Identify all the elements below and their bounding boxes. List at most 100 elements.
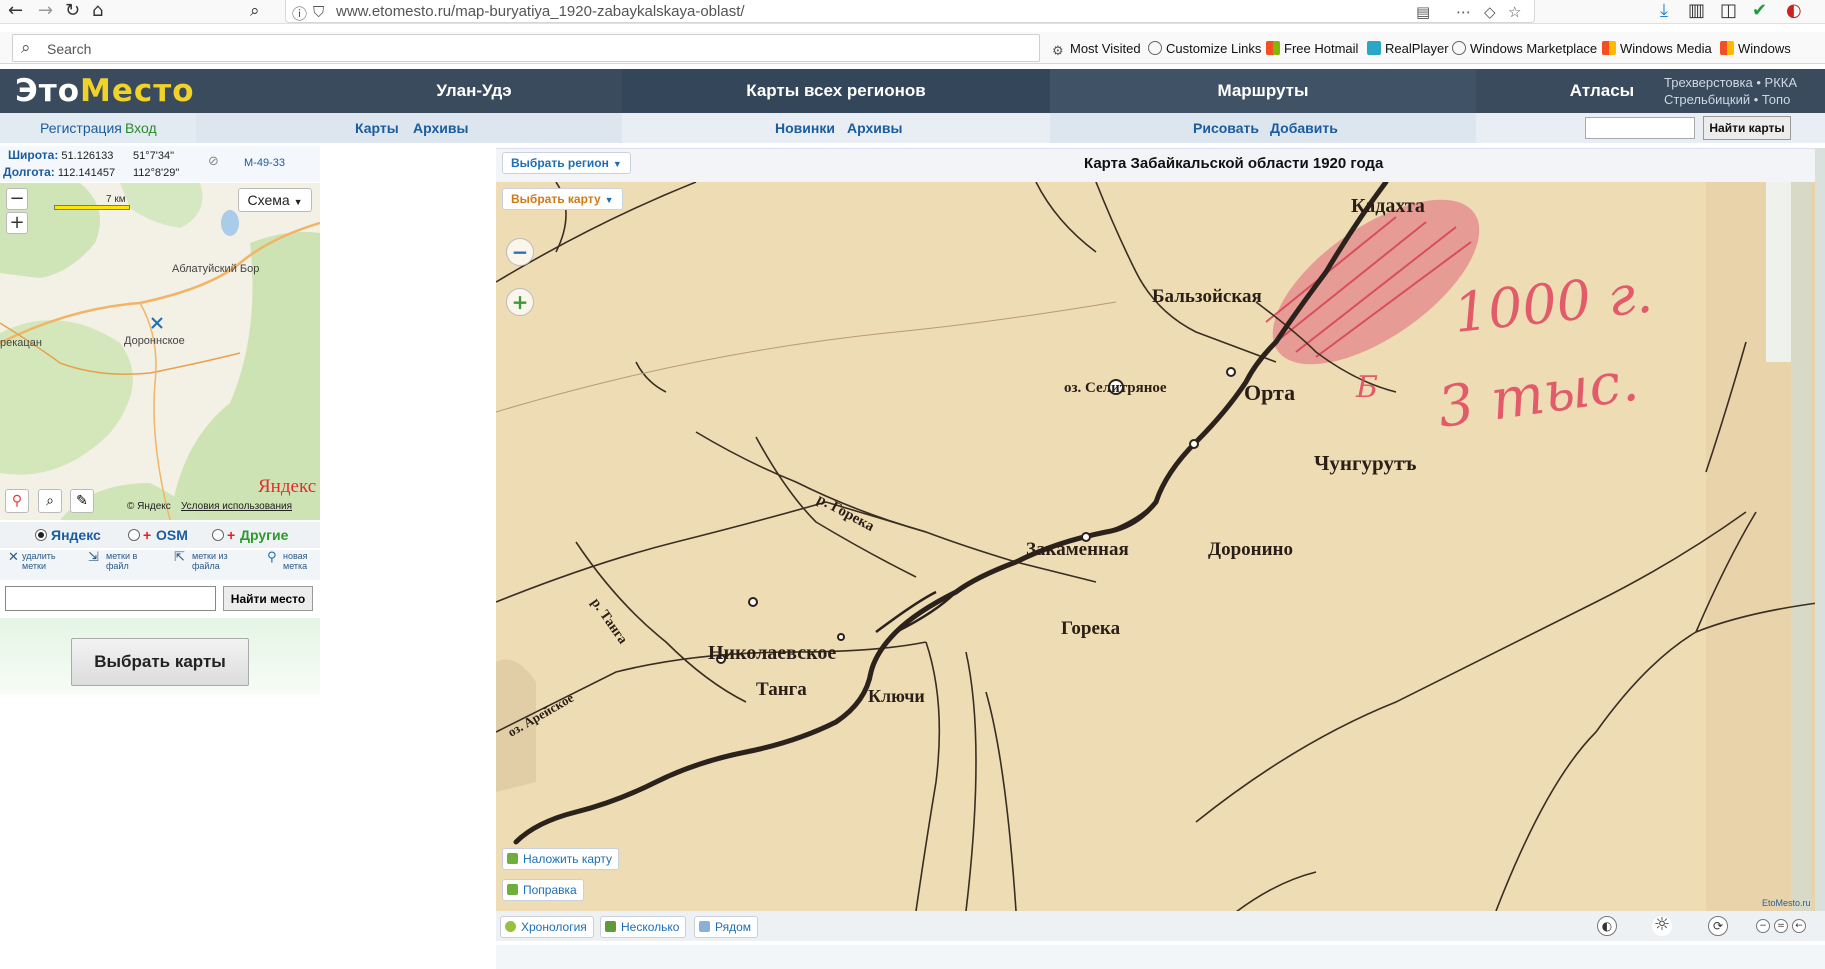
shield-icon[interactable]: ⛉ — [313, 3, 324, 21]
terms-link[interactable]: Условия использования — [181, 501, 292, 512]
bookmark-star-icon[interactable]: ☆ — [1508, 3, 1521, 21]
right-scroll-strip[interactable] — [1815, 148, 1825, 911]
nudge-center-icon[interactable]: = — [1774, 919, 1788, 933]
layer-radio-osm[interactable] — [128, 529, 140, 541]
search-icon[interactable]: ⌕ — [250, 2, 260, 20]
longitude-row: Долгота: 112.141457 — [3, 165, 116, 179]
bottom-strip — [496, 945, 1825, 969]
layer-label-osm[interactable]: OSM — [156, 527, 188, 543]
layer-radio-other[interactable] — [212, 529, 224, 541]
reader-icon[interactable]: ▤ — [1416, 3, 1430, 21]
svg-text:Чунгурутъ: Чунгурутъ — [1314, 451, 1417, 475]
map-type-select[interactable]: Схема ▼ — [238, 188, 312, 212]
bookmark-most-visited[interactable]: ⚙ Most Visited — [1052, 41, 1141, 59]
choose-maps-button[interactable]: Выбрать карты — [71, 638, 249, 686]
several-maps-button[interactable]: Несколько — [600, 916, 687, 938]
map-credit[interactable]: EtoMesto.ru — [1762, 898, 1811, 908]
overlay-map-button[interactable]: Наложить карту — [502, 848, 620, 870]
map-sheet-code[interactable]: M-49-33 — [244, 157, 285, 169]
add-link[interactable]: Добавить — [1270, 120, 1338, 136]
find-maps-button[interactable]: Найти карты — [1703, 116, 1791, 140]
zoom-out-button[interactable]: − — [506, 238, 534, 266]
sidebar-icon[interactable]: ◫ — [1720, 2, 1737, 20]
new-mark-button[interactable]: ⚲ новая метка — [267, 551, 308, 571]
rotate-icon[interactable]: ⟳ — [1708, 916, 1728, 936]
map-pin-icon[interactable]: ⚲ — [5, 489, 29, 513]
svg-text:Орта: Орта — [1244, 380, 1295, 405]
select-region-dropdown[interactable]: Выбрать регион ▼ — [502, 152, 631, 174]
nudge-left-icon[interactable]: − — [1756, 919, 1770, 933]
library-icon[interactable]: ▥ — [1688, 2, 1705, 20]
coordinates-panel: Широта: 51.126133 51°7'34" Долгота: 112.… — [0, 146, 320, 182]
minimap-zoom-in-button[interactable]: + — [6, 212, 28, 234]
login-link[interactable]: Вход — [125, 120, 157, 136]
browser-toolbar: ← → ↻ ⌂ ⌕ ⓘ ⛉ www.etomesto.ru/map-buryat… — [0, 0, 1825, 24]
pocket-icon[interactable]: ◇ — [1484, 3, 1496, 21]
news-link[interactable]: Новинки — [775, 120, 835, 136]
windows-icon — [1266, 41, 1280, 55]
draw-link[interactable]: Рисовать — [1193, 120, 1259, 136]
back-icon[interactable]: ← — [8, 2, 23, 20]
download-icon[interactable]: ⤓ — [1660, 2, 1668, 20]
zoom-region-icon[interactable]: ⌕ — [38, 489, 62, 513]
nav-extra-links[interactable]: Трехверстовка • РККА Стрельбицкий • Топо — [1664, 74, 1797, 108]
mini-map-terrain — [0, 183, 320, 520]
more-icon[interactable]: ⋯ — [1456, 3, 1471, 21]
correction-button[interactable]: Поправка — [502, 879, 584, 901]
svg-text:Кадахта: Кадахта — [1351, 195, 1425, 217]
site-logo[interactable]: ЭтоМесто — [5, 72, 194, 112]
mini-map[interactable]: − + Аблатуйский Бор Дороннское рекацан ⚲… — [0, 183, 320, 520]
longitude-dms: 112°8'29" — [133, 167, 180, 179]
nav-ulan-ude[interactable]: Улан-Удэ — [328, 69, 620, 113]
extension-icon[interactable]: ◐ — [1786, 2, 1802, 20]
nav-routes[interactable]: Маршруты — [1050, 69, 1476, 113]
nav-all-regions[interactable]: Карты всех регионов — [622, 69, 1050, 113]
brightness-icon[interactable]: ☼ — [1652, 916, 1672, 936]
forward-icon[interactable]: → — [38, 2, 53, 20]
url-text[interactable]: www.etomesto.ru/map-buryatiya_1920-zabay… — [336, 3, 745, 20]
globe-icon — [1452, 41, 1466, 55]
chronology-button[interactable]: Хронология — [500, 916, 594, 938]
register-link[interactable]: Регистрация — [40, 120, 122, 136]
delete-marks-button[interactable]: ✕ удалить метки — [8, 551, 56, 571]
export-marks-button[interactable]: ⇲ метки в файл — [88, 551, 137, 571]
contrast-icon[interactable]: ◐ — [1597, 916, 1617, 936]
find-place-button[interactable]: Найти место — [223, 586, 313, 611]
reload-icon[interactable]: ↻ — [65, 2, 80, 20]
select-map-dropdown[interactable]: Выбрать карту ▼ — [502, 188, 623, 210]
dropdown-arrow-icon: ▼ — [612, 159, 622, 169]
bookmark-windows-media[interactable]: Windows Media — [1602, 41, 1712, 56]
info-icon[interactable]: ⓘ — [292, 3, 307, 24]
address-bar[interactable]: ⓘ ⛉ www.etomesto.ru/map-buryatiya_1920-z… — [285, 0, 1535, 23]
bookmark-free-hotmail[interactable]: Free Hotmail — [1266, 41, 1358, 56]
minimap-zoom-out-button[interactable]: − — [6, 188, 28, 210]
bookmark-windows-marketplace[interactable]: Windows Marketplace — [1452, 41, 1597, 56]
find-maps-input[interactable] — [1585, 117, 1695, 139]
ruler-icon[interactable]: ✎ — [70, 489, 94, 513]
zoom-in-button[interactable]: + — [506, 288, 534, 316]
layer-radio-yandex[interactable] — [35, 529, 47, 541]
svg-text:Танга: Танга — [756, 679, 807, 700]
bookmark-customize-links[interactable]: Customize Links — [1148, 41, 1261, 56]
nav-atlases[interactable]: Атласы — [1540, 69, 1664, 113]
nearby-button[interactable]: Рядом — [694, 916, 759, 938]
checkmark-icon[interactable]: ✔ — [1752, 2, 1767, 20]
layer-label-other[interactable]: Другие — [240, 527, 288, 543]
nudge-right-icon[interactable]: ← — [1792, 919, 1806, 933]
find-place-input[interactable] — [5, 586, 216, 611]
bookmark-windows[interactable]: Windows — [1720, 41, 1791, 56]
maps-link[interactable]: Карты — [355, 120, 399, 136]
layer-label-yandex[interactable]: Яндекс — [51, 527, 101, 543]
historical-map[interactable]: Кадахта Бальзойская оз. Селитряное Орта … — [496, 182, 1825, 911]
search-input[interactable]: ⌕ Search — [12, 34, 1040, 62]
archives-link-2[interactable]: Архивы — [847, 120, 902, 136]
import-marks-button[interactable]: ⇱ метки из файла — [174, 551, 228, 571]
svg-text:оз. Селитряное: оз. Селитряное — [1064, 380, 1167, 396]
archives-link-1[interactable]: Архивы — [413, 120, 468, 136]
bookmark-realplayer[interactable]: RealPlayer — [1367, 41, 1449, 56]
correction-icon — [507, 884, 518, 895]
compass-icon[interactable]: ⊘ — [208, 154, 219, 169]
plus-icon: + — [143, 527, 152, 543]
home-icon[interactable]: ⌂ — [92, 2, 103, 20]
map-drawing: Кадахта Бальзойская оз. Селитряное Орта … — [496, 182, 1825, 911]
